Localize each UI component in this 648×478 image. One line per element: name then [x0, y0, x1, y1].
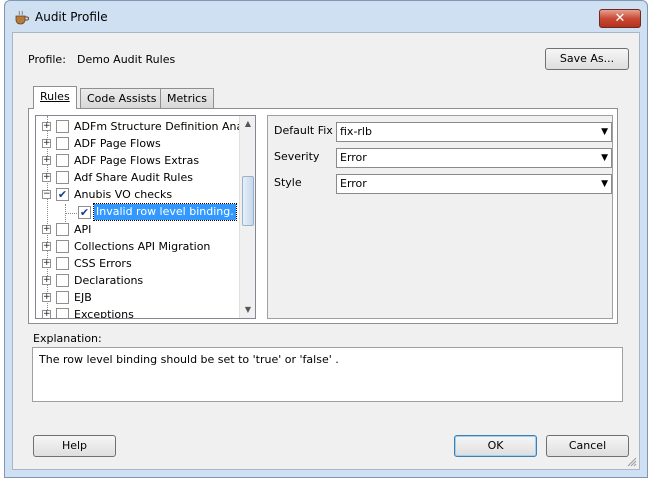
- help-button[interactable]: Help: [33, 435, 116, 457]
- expand-icon[interactable]: +: [42, 310, 51, 318]
- tree-item[interactable]: + ADF Page Flows: [36, 135, 241, 152]
- rule-properties-panel: Default Fix fix-rlb ▼ Severity Error ▼ S…: [267, 115, 613, 319]
- tree-scrollbar[interactable]: ▲ ▼: [239, 116, 255, 318]
- save-as-button[interactable]: Save As...: [545, 48, 629, 70]
- expand-icon[interactable]: +: [42, 293, 51, 302]
- rule-checkbox[interactable]: [56, 274, 69, 287]
- tree-item-label: Adf Share Audit Rules: [74, 171, 193, 184]
- rule-checkbox[interactable]: [56, 223, 69, 236]
- tree-item[interactable]: + API: [36, 221, 241, 238]
- explanation-label: Explanation:: [33, 332, 102, 345]
- tree-item-label: Anubis VO checks: [74, 188, 173, 201]
- rule-checkbox[interactable]: [56, 291, 69, 304]
- expand-icon[interactable]: +: [42, 139, 51, 148]
- style-value: Error: [340, 177, 367, 190]
- tree-item-selected[interactable]: ✔ Invalid row level binding.: [36, 203, 241, 221]
- rule-checkbox[interactable]: [56, 308, 69, 318]
- rule-checkbox-checked[interactable]: ✔: [56, 188, 69, 201]
- default-fix-label: Default Fix: [274, 124, 333, 137]
- expand-icon[interactable]: +: [42, 156, 51, 165]
- tab-metrics[interactable]: Metrics: [160, 88, 214, 108]
- expand-icon[interactable]: +: [42, 242, 51, 251]
- expand-icon[interactable]: +: [42, 276, 51, 285]
- rule-checkbox-checked[interactable]: ✔: [78, 206, 91, 219]
- expand-icon[interactable]: +: [42, 122, 51, 131]
- collapse-icon[interactable]: −: [42, 190, 51, 199]
- tree-item-label: API: [74, 223, 92, 236]
- ok-label: OK: [487, 439, 504, 452]
- tab-rules-label: Rules: [40, 90, 70, 103]
- tree-item[interactable]: + Exceptions: [36, 306, 241, 319]
- default-fix-value: fix-rlb: [340, 125, 372, 138]
- cup-icon: [15, 10, 29, 25]
- close-button[interactable]: ✕: [599, 9, 641, 28]
- resize-grip-icon[interactable]: [627, 457, 637, 467]
- rule-checkbox[interactable]: [56, 257, 69, 270]
- severity-value: Error: [340, 151, 367, 164]
- rule-checkbox[interactable]: [56, 137, 69, 150]
- tree-item-label: ADF Page Flows Extras: [74, 154, 200, 167]
- tab-metrics-label: Metrics: [167, 92, 207, 105]
- rule-checkbox[interactable]: [56, 171, 69, 184]
- dialog-content: Profile: Demo Audit Rules Save As... Rul…: [12, 32, 640, 470]
- tree-item[interactable]: + ADF Page Flows Extras: [36, 152, 241, 169]
- tree-item-label: Collections API Migration: [74, 240, 211, 253]
- cancel-button[interactable]: Cancel: [546, 435, 629, 457]
- close-icon: ✕: [614, 11, 626, 26]
- tree-item-label: Declarations: [74, 274, 144, 287]
- explanation-text: The row level binding should be set to '…: [39, 353, 339, 366]
- tree-item-label: Exceptions: [74, 308, 134, 319]
- chevron-down-icon: ▼: [601, 127, 608, 137]
- profile-name: Demo Audit Rules: [77, 53, 176, 66]
- tree-item[interactable]: + CSS Errors: [36, 255, 241, 272]
- tree-item-label: ADFm Structure Definition Analyzer: [74, 120, 256, 133]
- tree-item[interactable]: + Collections API Migration: [36, 238, 241, 255]
- scroll-thumb[interactable]: [242, 176, 254, 226]
- tree-item-label: CSS Errors: [74, 257, 132, 270]
- rule-checkbox[interactable]: [56, 154, 69, 167]
- tree-item-label: Invalid row level binding.: [93, 203, 237, 221]
- save-as-label: Save As...: [559, 52, 615, 65]
- severity-label: Severity: [274, 150, 320, 163]
- scroll-up-icon[interactable]: ▲: [240, 116, 255, 132]
- style-label: Style: [274, 176, 302, 189]
- tree-item-label: ADF Page Flows: [74, 137, 161, 150]
- rule-checkbox[interactable]: [56, 240, 69, 253]
- tree-item-label: EJB: [74, 291, 92, 304]
- profile-label: Profile:: [28, 53, 66, 66]
- default-fix-select[interactable]: fix-rlb ▼: [336, 122, 612, 142]
- expand-icon[interactable]: +: [42, 225, 51, 234]
- severity-select[interactable]: Error ▼: [336, 148, 612, 168]
- tab-code-assists-label: Code Assists: [87, 92, 157, 105]
- title-bar[interactable]: Audit Profile ✕: [5, 1, 647, 32]
- tab-rules[interactable]: Rules: [33, 86, 77, 109]
- rules-tree: + ADFm Structure Definition Analyzer + A…: [35, 115, 256, 319]
- rule-checkbox[interactable]: [56, 120, 69, 133]
- tab-code-assists[interactable]: Code Assists: [80, 88, 164, 108]
- expand-icon[interactable]: +: [42, 259, 51, 268]
- audit-profile-window: Audit Profile ✕ Profile: Demo Audit Rule…: [4, 0, 648, 478]
- tree-item[interactable]: + EJB: [36, 289, 241, 306]
- chevron-down-icon: ▼: [601, 179, 608, 189]
- window-title: Audit Profile: [35, 10, 108, 24]
- tree-item[interactable]: + Declarations: [36, 272, 241, 289]
- explanation-text-area[interactable]: The row level binding should be set to '…: [32, 347, 623, 402]
- tree-item[interactable]: + Adf Share Audit Rules: [36, 169, 241, 186]
- style-select[interactable]: Error ▼: [336, 174, 612, 194]
- chevron-down-icon: ▼: [601, 153, 608, 163]
- tree-item[interactable]: − ✔ Anubis VO checks: [36, 186, 241, 203]
- expand-icon[interactable]: +: [42, 173, 51, 182]
- help-label: Help: [61, 439, 88, 452]
- cancel-label: Cancel: [568, 439, 607, 452]
- ok-button[interactable]: OK: [454, 435, 537, 457]
- scroll-down-icon[interactable]: ▼: [240, 302, 255, 318]
- check-icon: ✔: [57, 188, 68, 201]
- tree-item[interactable]: + ADFm Structure Definition Analyzer: [36, 118, 255, 135]
- rules-panel: + ADFm Structure Definition Analyzer + A…: [28, 108, 618, 324]
- check-icon: ✔: [79, 206, 90, 219]
